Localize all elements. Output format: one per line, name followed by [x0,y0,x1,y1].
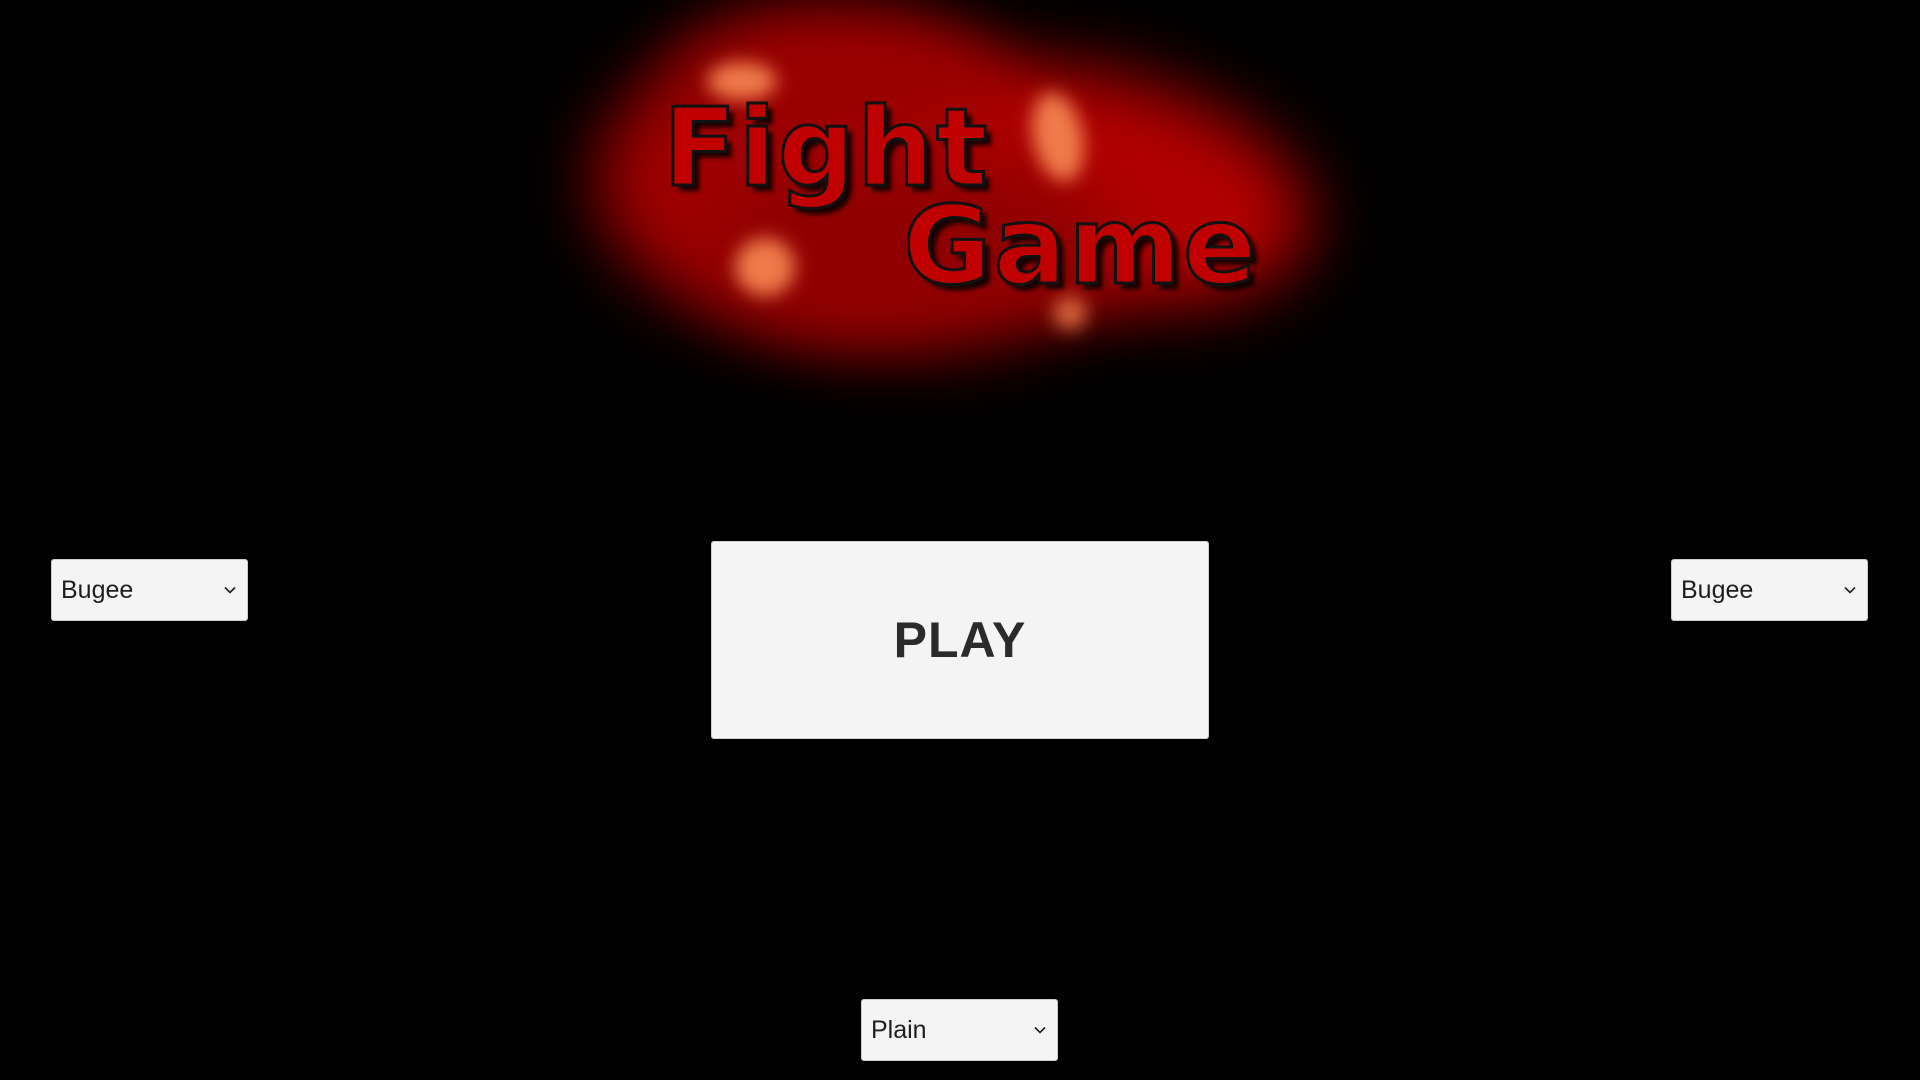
chevron-down-icon [1842,582,1858,598]
chevron-down-icon [1032,1022,1048,1038]
game-logo: Fight Game [555,0,1365,400]
chevron-down-icon [222,582,238,598]
stage-select-value: Plain [871,1015,927,1044]
play-button-label: PLAY [893,612,1027,668]
play-button[interactable]: PLAY [711,541,1209,739]
player2-character-select[interactable]: Bugee [1671,559,1868,621]
stage-select[interactable]: Plain [861,999,1058,1061]
logo-title-line-2: Game [901,184,1259,309]
player2-character-value: Bugee [1681,575,1754,604]
player1-character-value: Bugee [61,575,134,604]
logo-highlight [735,238,795,296]
player1-character-select[interactable]: Bugee [51,559,248,621]
game-menu-screen: Fight Game Bugee PLAY Bugee Plain [0,0,1920,1080]
